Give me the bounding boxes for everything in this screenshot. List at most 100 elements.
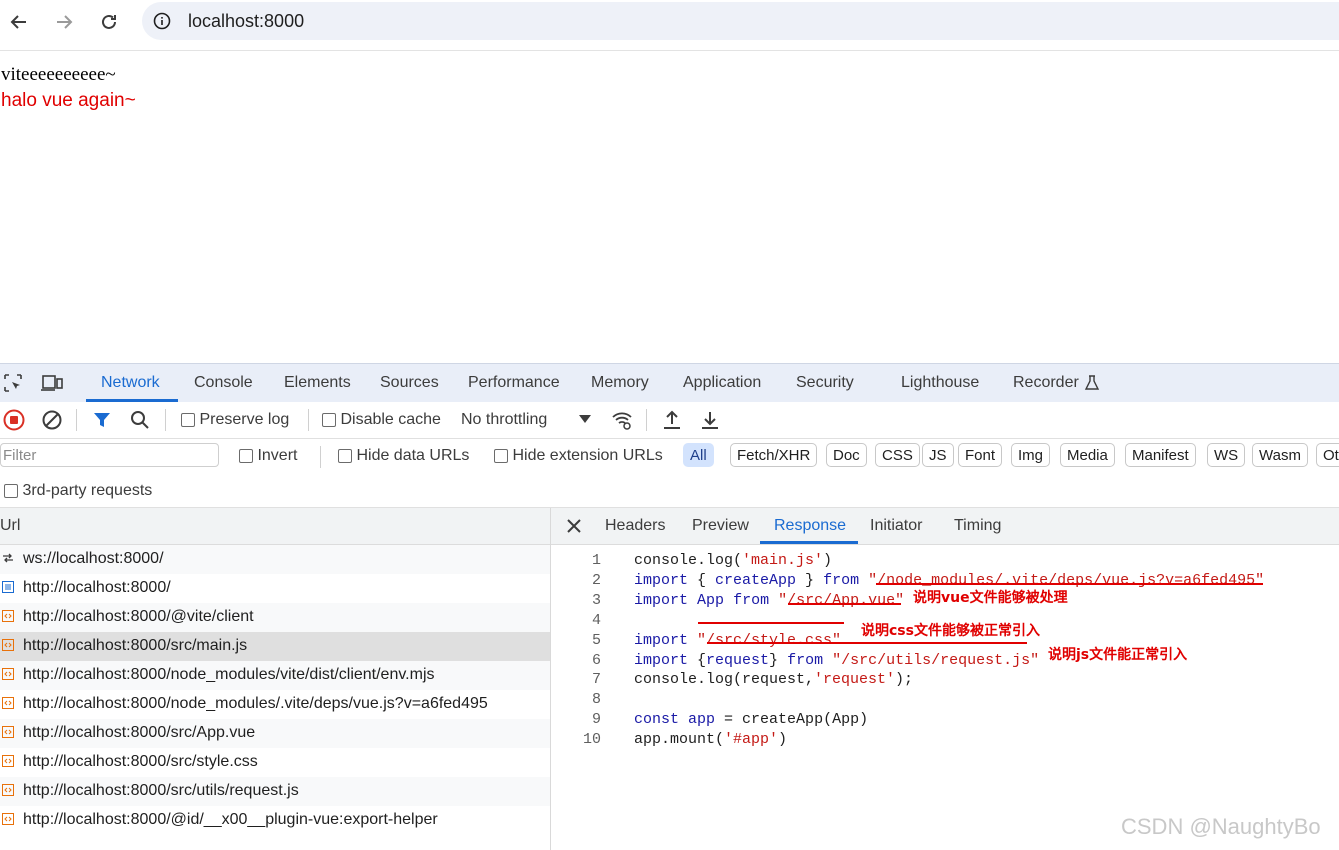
request-row[interactable]: http://localhost:8000/node_modules/vite/… <box>0 661 550 690</box>
download-icon[interactable] <box>700 409 720 431</box>
request-row[interactable]: http://localhost:8000/@vite/client <box>0 603 550 632</box>
tab-memory[interactable]: Memory <box>591 374 649 392</box>
request-row-selected[interactable]: http://localhost:8000/src/main.js <box>0 632 550 661</box>
code-token: const <box>634 711 680 729</box>
request-url: http://localhost:8000/node_modules/.vite… <box>23 695 488 712</box>
annotation-css: 说明css文件能够被正常引入 <box>861 623 1040 639</box>
network-conditions-icon[interactable] <box>611 409 633 431</box>
url-column-header[interactable]: Url <box>0 508 550 545</box>
clear-icon[interactable] <box>41 409 63 431</box>
tab-timing[interactable]: Timing <box>954 517 1001 535</box>
chip-other[interactable]: Ot <box>1316 443 1339 467</box>
request-row[interactable]: http://localhost:8000/ <box>0 574 550 603</box>
request-row[interactable]: ws://localhost:8000/ <box>0 545 550 574</box>
tab-preview[interactable]: Preview <box>692 517 749 535</box>
reload-button[interactable] <box>95 8 123 36</box>
annotation-underline <box>876 583 1263 585</box>
page-text-line2: halo vue again~ <box>1 90 136 111</box>
hide-extension-urls-checkbox[interactable]: Hide extension URLs <box>494 447 663 465</box>
tab-recorder[interactable]: Recorder <box>1013 374 1079 392</box>
filter-icon[interactable] <box>92 410 112 430</box>
chip-fetch-xhr[interactable]: Fetch/XHR <box>730 443 818 467</box>
request-row[interactable]: http://localhost:8000/src/utils/request.… <box>0 777 550 806</box>
forward-button[interactable] <box>50 8 78 36</box>
search-icon[interactable] <box>130 410 150 430</box>
record-stop-icon[interactable] <box>3 409 25 431</box>
close-icon[interactable] <box>567 519 581 533</box>
chip-media[interactable]: Media <box>1060 443 1115 467</box>
script-icon <box>2 610 14 622</box>
chevron-down-icon[interactable] <box>578 414 592 424</box>
request-url: http://localhost:8000/ <box>23 579 171 596</box>
tab-security[interactable]: Security <box>796 374 854 392</box>
code-token: from <box>787 651 824 669</box>
request-row[interactable]: http://localhost:8000/@id/__x00__plugin-… <box>0 806 550 835</box>
request-row[interactable]: http://localhost:8000/src/App.vue <box>0 719 550 748</box>
back-button[interactable] <box>5 8 33 36</box>
preserve-log-label: Preserve log <box>199 411 290 428</box>
chip-css[interactable]: CSS <box>875 443 920 467</box>
separator <box>165 409 166 431</box>
chip-ws[interactable]: WS <box>1207 443 1246 467</box>
page-text-line1: viteeeeeeeeee~ <box>1 64 116 85</box>
tab-elements[interactable]: Elements <box>284 374 351 392</box>
arrow-right-icon <box>57 15 73 29</box>
annotation-underline <box>707 642 1027 644</box>
third-party-checkbox[interactable]: 3rd-party requests <box>4 482 152 500</box>
upload-icon[interactable] <box>662 409 682 431</box>
code-token: import <box>634 571 689 589</box>
devtools-tabbar: Network Console Elements Sources Perform… <box>0 363 1339 402</box>
devtools-panel: Network Console Elements Sources Perform… <box>0 363 1339 850</box>
disable-cache-checkbox[interactable]: Disable cache <box>322 411 441 429</box>
chip-manifest[interactable]: Manifest <box>1125 443 1196 467</box>
code-token: "/src/style.css" <box>697 631 842 649</box>
inspect-element-icon[interactable] <box>3 373 23 393</box>
throttling-value: No throttling <box>461 411 548 428</box>
tab-application[interactable]: Application <box>683 374 761 392</box>
tab-headers[interactable]: Headers <box>605 517 665 535</box>
code-token: { <box>688 651 707 669</box>
tab-lighthouse[interactable]: Lighthouse <box>901 374 979 392</box>
device-toolbar-icon[interactable] <box>40 373 64 393</box>
chip-doc[interactable]: Doc <box>826 443 867 467</box>
throttling-select[interactable]: No throttling <box>461 411 547 429</box>
code-token: import <box>634 631 689 649</box>
tab-performance[interactable]: Performance <box>468 374 560 392</box>
network-toolbar: Preserve log Disable cache No throttling <box>0 401 1339 439</box>
code-token: app <box>688 711 716 729</box>
code-token: App <box>697 591 725 609</box>
code-token: "/src/App.vue" <box>778 591 905 609</box>
request-row[interactable]: http://localhost:8000/node_modules/.vite… <box>0 690 550 719</box>
chip-font[interactable]: Font <box>958 443 1003 467</box>
invert-checkbox[interactable]: Invert <box>239 447 297 465</box>
line-number: 4 <box>591 611 601 629</box>
code-token: } <box>796 571 824 589</box>
tab-sources[interactable]: Sources <box>380 374 439 392</box>
active-detail-tab-indicator <box>760 541 858 544</box>
request-url: http://localhost:8000/src/App.vue <box>23 724 256 741</box>
url-text[interactable]: localhost:8000 <box>188 11 304 32</box>
preserve-log-checkbox[interactable]: Preserve log <box>181 411 289 429</box>
tab-response[interactable]: Response <box>774 517 846 535</box>
annotation-vue: 说明vue文件能够被处理 <box>913 590 1068 606</box>
chip-wasm[interactable]: Wasm <box>1252 443 1308 467</box>
hide-data-urls-checkbox[interactable]: Hide data URLs <box>338 447 469 465</box>
tab-network[interactable]: Network <box>101 374 160 392</box>
code-token: 'request' <box>814 671 896 689</box>
chip-js[interactable]: JS <box>922 443 954 467</box>
tab-console[interactable]: Console <box>194 374 253 392</box>
code-line: app.mount('#app') <box>634 731 787 751</box>
filter-bar: Filter Invert Hide data URLs Hide extens… <box>0 438 1339 475</box>
info-icon[interactable] <box>153 12 171 30</box>
code-token: createApp <box>715 571 797 589</box>
request-row[interactable]: http://localhost:8000/src/style.css <box>0 748 550 777</box>
tab-initiator[interactable]: Initiator <box>870 517 922 535</box>
request-url: http://localhost:8000/src/utils/request.… <box>23 782 299 799</box>
divider <box>0 50 1339 51</box>
chip-img[interactable]: Img <box>1011 443 1051 467</box>
chip-all[interactable]: All <box>683 443 714 467</box>
filter-input[interactable]: Filter <box>0 443 219 467</box>
address-bar[interactable]: localhost:8000 <box>142 2 1339 40</box>
